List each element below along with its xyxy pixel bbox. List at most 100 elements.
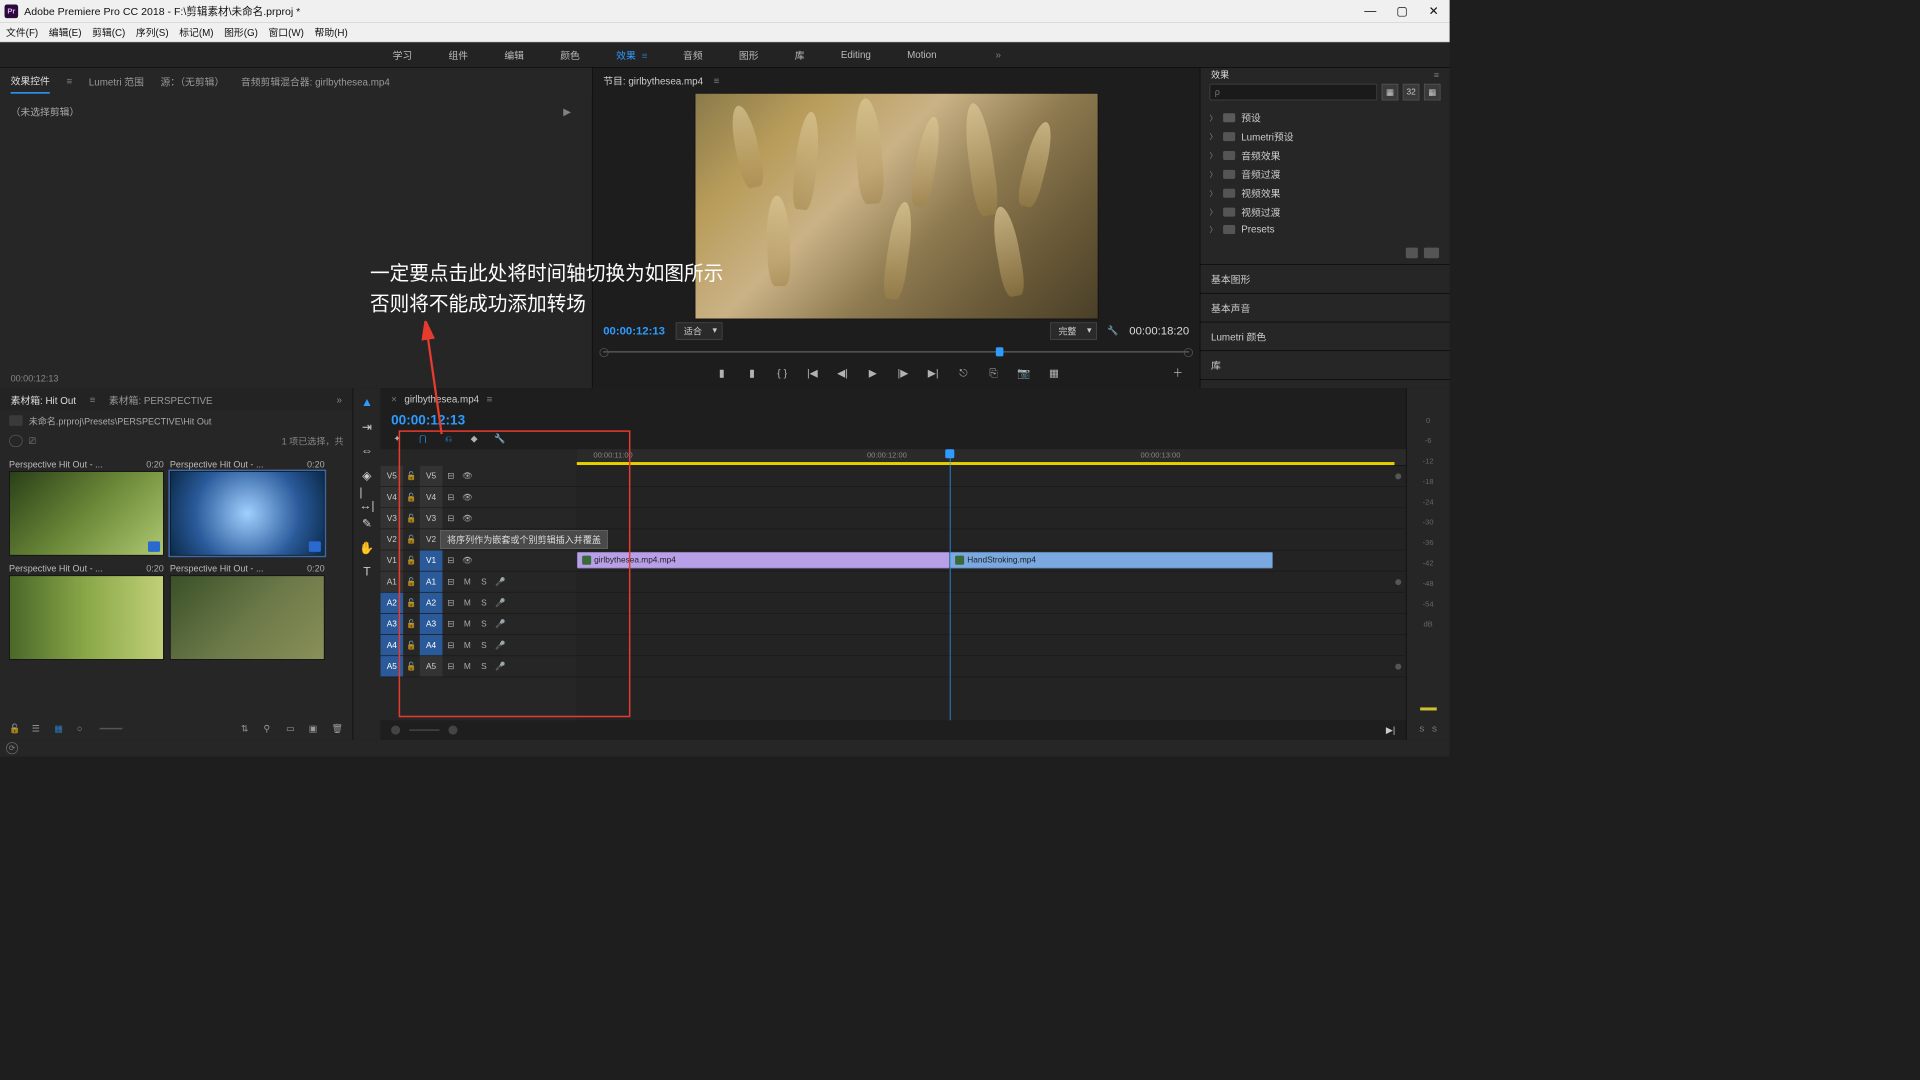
- solo-button[interactable]: S: [476, 619, 493, 628]
- ws-editing2[interactable]: Editing: [841, 49, 871, 60]
- menu-sequence[interactable]: 序列(S): [136, 25, 169, 39]
- razor-tool[interactable]: ◈: [359, 468, 374, 483]
- fx-badge-32-icon[interactable]: 32: [1403, 84, 1420, 101]
- panel-menu-icon[interactable]: ≡: [66, 75, 72, 86]
- lock-icon[interactable]: 🔓: [403, 577, 420, 587]
- ws-effects[interactable]: 效果≡: [616, 48, 647, 62]
- mute-button[interactable]: M: [459, 577, 476, 586]
- ws-color[interactable]: 颜色: [560, 48, 580, 62]
- solo-button[interactable]: S: [476, 577, 493, 586]
- menu-graphics[interactable]: 图形(G): [224, 25, 258, 39]
- panel-essential-graphics[interactable]: 基本图形: [1200, 265, 1449, 294]
- mic-icon[interactable]: 🎤: [492, 577, 509, 587]
- source-a3[interactable]: A3: [381, 614, 404, 634]
- panel-menu-icon[interactable]: ≡: [1434, 69, 1439, 80]
- pen-tool[interactable]: ✎: [359, 516, 374, 531]
- lock-icon[interactable]: 🔓: [403, 598, 420, 608]
- tree-node[interactable]: 〉音频效果: [1210, 146, 1441, 165]
- tab-audio-mixer[interactable]: 音频剪辑混合器: girlbythesea.mp4: [241, 74, 390, 88]
- compare-button[interactable]: ▦: [1047, 366, 1061, 380]
- mic-icon[interactable]: 🎤: [492, 640, 509, 650]
- mute-button[interactable]: M: [459, 641, 476, 650]
- lock-icon[interactable]: 🔓: [403, 535, 420, 545]
- trash-icon[interactable]: 🗑: [331, 723, 343, 734]
- tab-source[interactable]: 源：（无剪辑）: [160, 74, 224, 88]
- nest-toggle-icon[interactable]: ✦: [391, 433, 403, 445]
- lock-icon[interactable]: 🔓: [403, 661, 420, 671]
- eye-icon[interactable]: 👁: [459, 513, 476, 523]
- project-item[interactable]: Perspective Hit Out - ...0:20: [170, 562, 325, 660]
- extract-button[interactable]: ⎘: [987, 366, 1001, 380]
- panel-menu-icon[interactable]: ≡: [642, 50, 647, 61]
- output-icon[interactable]: ⊟: [442, 492, 459, 502]
- eye-icon[interactable]: 👁: [459, 471, 476, 481]
- clip-handstroking[interactable]: HandStroking.mp4: [950, 552, 1273, 569]
- ws-audio[interactable]: 音频: [683, 48, 703, 62]
- mute-button[interactable]: M: [459, 619, 476, 628]
- new-item-icon[interactable]: ▣: [309, 723, 321, 734]
- panel-menu-icon[interactable]: ≡: [714, 75, 720, 86]
- target-v3[interactable]: V3: [420, 508, 443, 528]
- tab-bin-perspective[interactable]: 素材箱: PERSPECTIVE: [109, 392, 213, 406]
- target-a2[interactable]: A2: [420, 593, 443, 613]
- output-icon[interactable]: ⊟: [442, 556, 459, 566]
- step-back-button[interactable]: ◀|: [836, 366, 850, 380]
- linked-selection-icon[interactable]: ⎌: [442, 433, 454, 445]
- monitor-scrubber[interactable]: [603, 351, 1189, 353]
- settings-icon[interactable]: 🔧: [1107, 326, 1118, 337]
- solo-button[interactable]: S: [476, 598, 493, 607]
- target-v2[interactable]: V2: [420, 529, 443, 549]
- ws-graphics[interactable]: 图形: [739, 48, 759, 62]
- source-a5[interactable]: A5: [381, 656, 404, 676]
- find-icon[interactable]: ⚲: [263, 723, 275, 734]
- button-editor[interactable]: ＋: [1171, 366, 1185, 380]
- tree-node[interactable]: 〉视频效果: [1210, 183, 1441, 202]
- list-view-icon[interactable]: ☰: [32, 723, 44, 734]
- lock-icon[interactable]: 🔓: [403, 471, 420, 481]
- clip-girlbythesea[interactable]: girlbythesea.mp4.mp4: [577, 552, 950, 569]
- project-search[interactable]: [9, 435, 23, 447]
- target-a5[interactable]: A5: [420, 656, 443, 676]
- panel-libraries[interactable]: 库: [1200, 351, 1449, 380]
- mark-in-button[interactable]: ▮: [715, 366, 729, 380]
- panel-menu-icon[interactable]: ≡: [90, 394, 96, 405]
- maximize-button[interactable]: ▢: [1397, 6, 1408, 17]
- info-icon[interactable]: ⟳: [6, 742, 18, 754]
- panel-lumetri-color[interactable]: Lumetri 颜色: [1200, 322, 1449, 351]
- ripple-tool[interactable]: ⇔: [359, 444, 374, 459]
- source-a1[interactable]: A1: [381, 572, 404, 592]
- eye-icon[interactable]: 👁: [459, 492, 476, 502]
- snap-icon[interactable]: ⋂: [417, 433, 429, 445]
- output-icon[interactable]: ⊟: [442, 513, 459, 523]
- menu-edit[interactable]: 编辑(E): [49, 25, 82, 39]
- solo-button[interactable]: S: [476, 641, 493, 650]
- ws-assembly[interactable]: 组件: [448, 48, 468, 62]
- source-v2[interactable]: V2: [381, 529, 404, 549]
- track-select-tool[interactable]: ⇥: [359, 420, 374, 435]
- source-a4[interactable]: A4: [381, 635, 404, 655]
- solo-right[interactable]: S: [1432, 726, 1437, 734]
- monitor-timecode[interactable]: 00:00:12:13: [603, 324, 665, 337]
- lock-icon[interactable]: 🔓: [403, 640, 420, 650]
- solo-left[interactable]: S: [1419, 726, 1424, 734]
- resolution-select[interactable]: 完整: [1050, 322, 1097, 339]
- source-a2[interactable]: A2: [381, 593, 404, 613]
- output-icon[interactable]: ⊟: [442, 471, 459, 481]
- panel-essential-sound[interactable]: 基本声音: [1200, 294, 1449, 323]
- solo-button[interactable]: S: [476, 662, 493, 671]
- playhead-knob[interactable]: [996, 347, 1004, 356]
- fx-badge-icon[interactable]: ▦: [1382, 84, 1399, 101]
- tree-node[interactable]: 〉预设: [1210, 108, 1441, 127]
- playhead[interactable]: [950, 449, 951, 720]
- ws-libraries[interactable]: 库: [795, 48, 805, 62]
- timeline-ruler[interactable]: 00:00:11:00 00:00:12:00 00:00:13:00: [577, 449, 1406, 466]
- source-v5[interactable]: V5: [381, 466, 404, 486]
- tab-lumetri-scopes[interactable]: Lumetri 范围: [89, 74, 144, 88]
- output-icon[interactable]: ⊟: [442, 661, 459, 671]
- step-fwd-button[interactable]: |▶: [896, 366, 910, 380]
- sort-icon[interactable]: ⇅: [241, 723, 253, 734]
- go-in-button[interactable]: |◀: [806, 366, 820, 380]
- go-out-button[interactable]: ▶|: [926, 366, 940, 380]
- lock-icon[interactable]: 🔓: [403, 556, 420, 566]
- settings-icon[interactable]: 🔧: [494, 433, 506, 445]
